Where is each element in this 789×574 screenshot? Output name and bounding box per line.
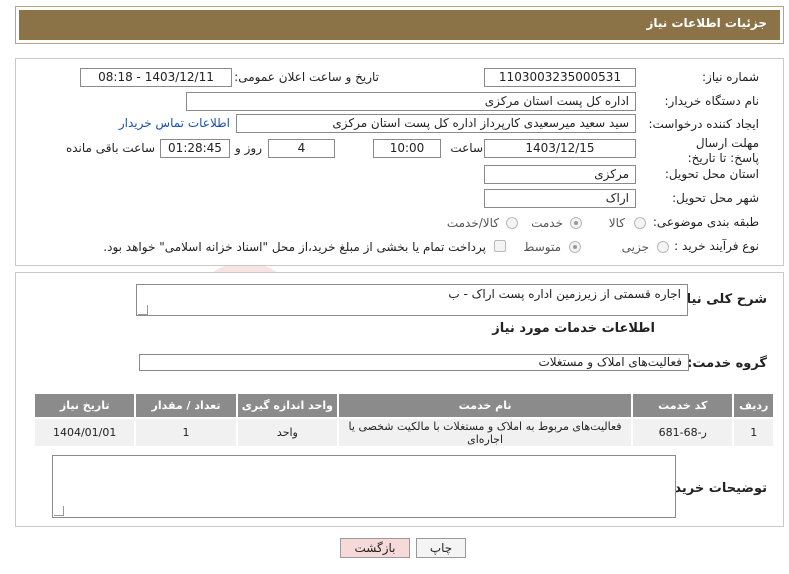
cell-unit: واحد	[235, 417, 340, 448]
process-radio-minor[interactable]	[657, 241, 669, 253]
category-radio-service[interactable]	[570, 217, 582, 229]
resize-grip-icon[interactable]	[54, 506, 64, 516]
cell-quantity: 1	[134, 417, 238, 448]
remaining-time-field: 01:28:45	[160, 139, 230, 158]
service-group-field: فعالیت‌های املاک و مستغلات	[139, 354, 689, 371]
services-table: تاریخ نیاز تعداد / مقدار واحد اندازه گیر…	[32, 392, 775, 448]
treasury-payment-note: پرداخت تمام یا بخشی از مبلغ خرید،از محل …	[103, 240, 486, 254]
service-group-label: گروه خدمت:	[687, 356, 767, 371]
category-radio-goods-service[interactable]	[506, 217, 518, 229]
province-field: مرکزی	[484, 165, 636, 184]
need-number-label: شماره نیاز:	[702, 70, 759, 84]
buyer-org-label: نام دستگاه خریدار:	[664, 94, 760, 108]
col-header-unit: واحد اندازه گیری	[235, 392, 340, 419]
creator-label: ایجاد کننده درخواست:	[648, 117, 759, 131]
province-label: استان محل تحویل:	[664, 167, 759, 181]
page-title: جزئیات اطلاعات نیاز	[646, 16, 767, 30]
services-section-title: اطلاعات خدمات مورد نیاز	[492, 321, 655, 336]
deadline-time-label: ساعت	[450, 141, 483, 155]
table-row: 1404/01/01 1 واحد فعالیت‌های مربوط به ام…	[32, 417, 775, 448]
category-option-service: خدمت	[531, 216, 563, 230]
buyer-contact-link[interactable]: اطلاعات تماس خریدار	[119, 116, 230, 130]
process-radio-medium[interactable]	[569, 241, 581, 253]
deadline-date-field: 1403/12/15	[484, 139, 636, 158]
col-header-need-date: تاریخ نیاز	[32, 392, 137, 419]
cell-service-code: ر-68-681	[631, 417, 735, 448]
col-header-service-code: کد خدمت	[631, 392, 735, 419]
print-button[interactable]: چاپ	[416, 538, 466, 558]
creator-field: سید سعید میرسعیدی کارپرداز اداره کل پست …	[236, 114, 636, 133]
need-number-field: 1103003235000531	[484, 68, 636, 87]
days-remaining-field: 4	[268, 139, 335, 158]
process-label: نوع فرآیند خرید :	[674, 239, 759, 253]
treasury-payment-checkbox[interactable]	[494, 240, 506, 252]
days-label: روز و	[235, 141, 262, 155]
city-label: شهر محل تحویل:	[672, 191, 759, 205]
category-option-goods-service: کالا/خدمت	[446, 216, 499, 230]
cell-need-date: 1404/01/01	[32, 417, 137, 448]
category-radio-goods[interactable]	[634, 217, 646, 229]
category-option-goods: کالا	[608, 216, 625, 230]
deadline-time-field: 10:00	[373, 139, 441, 158]
buyer-org-field: اداره کل پست استان مرکزی	[186, 92, 636, 111]
cell-row-number: 1	[732, 417, 775, 448]
summary-textarea[interactable]: اجاره قسمتی از زیرزمین اداره پست اراک - …	[136, 284, 688, 316]
buyer-notes-textarea[interactable]	[52, 455, 676, 518]
cell-service-name: فعالیت‌های مربوط به املاک و مستغلات با م…	[337, 417, 634, 448]
city-field: اراک	[484, 189, 636, 208]
col-header-quantity: تعداد / مقدار	[134, 392, 238, 419]
resize-grip-icon[interactable]	[138, 305, 148, 315]
table-header-row: تاریخ نیاز تعداد / مقدار واحد اندازه گیر…	[32, 392, 775, 419]
back-button[interactable]: بازگشت	[340, 538, 410, 558]
category-label: طبقه بندی موضوعی:	[652, 215, 759, 229]
col-header-row: ردیف	[732, 392, 775, 419]
announce-date-label: تاریخ و ساعت اعلان عمومی:	[234, 70, 379, 84]
remaining-time-label: ساعت باقی مانده	[65, 141, 155, 155]
deadline-label: مهلت ارسال پاسخ: تا تاریخ:	[687, 136, 759, 165]
announce-date-field: 1403/12/11 - 08:18	[80, 68, 232, 87]
col-header-service-name: نام خدمت	[337, 392, 634, 419]
process-option-minor: جزیی	[621, 240, 649, 254]
process-option-medium: متوسط	[523, 240, 561, 254]
